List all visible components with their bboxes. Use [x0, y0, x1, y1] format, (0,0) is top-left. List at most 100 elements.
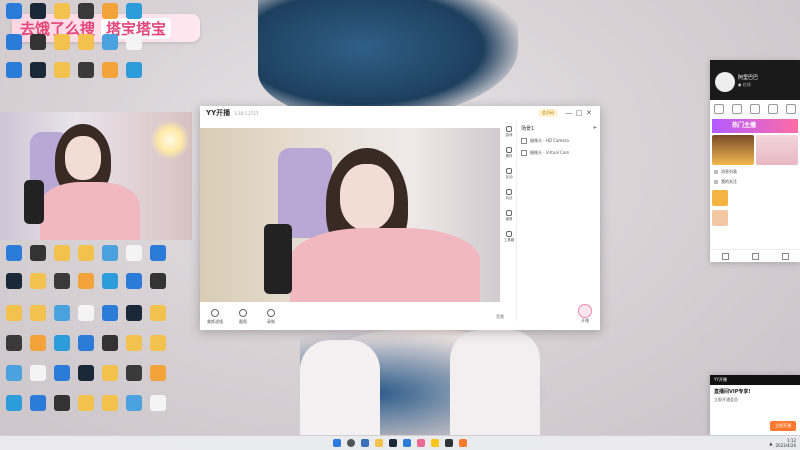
desktop-icon-obs[interactable] — [147, 273, 169, 289]
desktop-icon-folder3[interactable] — [75, 245, 97, 261]
side-tab[interactable]: 玩法 — [502, 189, 516, 201]
desktop-icon-bars[interactable] — [51, 305, 73, 321]
desktop-icon-owl[interactable] — [99, 3, 121, 19]
card-item[interactable] — [712, 209, 798, 227]
app-icon[interactable] — [417, 439, 425, 447]
list-item[interactable]: 消息列表 — [710, 167, 800, 177]
desktop-icon-obs[interactable] — [99, 335, 121, 351]
desktop-icon-owl[interactable] — [99, 62, 121, 78]
beauty-filter-button[interactable]: 美颜滤镜 — [202, 309, 228, 325]
add-scene-button[interactable]: + — [593, 125, 597, 132]
side-tab[interactable]: 道具 — [502, 210, 516, 222]
card-item[interactable] — [712, 189, 798, 207]
tab-icon[interactable] — [732, 104, 742, 114]
tab-icon[interactable] — [750, 104, 760, 114]
folder-icon[interactable] — [375, 439, 383, 447]
desktop-icon-bars[interactable] — [99, 34, 121, 50]
desktop-icon-bars[interactable] — [123, 395, 145, 411]
notification-action-button[interactable]: 立即开通 — [770, 421, 796, 431]
list-item[interactable]: 我的关注 — [710, 177, 800, 187]
desktop-icon-obs[interactable] — [27, 245, 49, 261]
desktop-icon-pics[interactable] — [99, 273, 121, 289]
desktop-icon-pics[interactable] — [3, 395, 25, 411]
desktop-icon-game-app[interactable] — [75, 3, 97, 19]
desktop-icon-wallet[interactable] — [3, 3, 25, 19]
side-tab[interactable]: 互动 — [502, 168, 516, 180]
checkbox[interactable] — [521, 150, 527, 156]
desktop-icon-obs[interactable] — [51, 395, 73, 411]
desktop-icon-folder[interactable] — [51, 3, 73, 19]
desktop-icon-display[interactable] — [3, 34, 25, 50]
checkbox[interactable] — [521, 138, 527, 144]
desktop-icon-folder3[interactable] — [75, 34, 97, 50]
desktop-icon-pics[interactable] — [51, 335, 73, 351]
desktop-icon-doc[interactable] — [75, 305, 97, 321]
promo-banner[interactable]: 热门主播 — [712, 119, 798, 133]
desktop-icon-pics[interactable] — [123, 3, 145, 19]
desktop-icon-folder2[interactable] — [3, 305, 25, 321]
desktop-icon-game-app[interactable] — [3, 335, 25, 351]
record-button[interactable]: 录制 — [258, 309, 284, 325]
desktop-icon-wallet[interactable] — [147, 245, 169, 261]
maximize-button[interactable]: □ — [574, 109, 584, 117]
thumbnail[interactable] — [756, 135, 798, 165]
thumbnail[interactable] — [712, 135, 754, 165]
desktop-icon-steam[interactable] — [27, 3, 49, 19]
scene-title[interactable]: 场景1 — [521, 125, 534, 132]
desktop-icon-folder[interactable] — [27, 273, 49, 289]
desktop-icon-wallet[interactable] — [51, 365, 73, 381]
desktop-icon-folder3[interactable] — [27, 305, 49, 321]
task-view-icon[interactable] — [361, 439, 369, 447]
scene-source-row[interactable]: 摄像头 · HD Camera — [517, 135, 601, 147]
send-icon[interactable] — [781, 252, 789, 260]
side-tab[interactable]: 游戏 — [502, 126, 516, 138]
tab-icon[interactable] — [768, 104, 778, 114]
search-icon[interactable] — [347, 439, 355, 447]
desktop-icon-folder2[interactable] — [75, 395, 97, 411]
desktop-icon-display[interactable] — [123, 273, 145, 289]
clock[interactable]: 1:12 2023/4/26 — [775, 438, 796, 448]
desktop-icon-steam[interactable] — [27, 62, 49, 78]
go-live-button[interactable]: 开播 — [578, 304, 592, 324]
desktop-icon-game-app[interactable] — [51, 273, 73, 289]
desktop-icon-bars[interactable] — [3, 365, 25, 381]
side-tab[interactable]: 工具箱 — [502, 231, 516, 243]
desktop-icon-game-app[interactable] — [75, 62, 97, 78]
yy-icon[interactable] — [459, 439, 467, 447]
network-icon[interactable]: ▲ — [769, 441, 772, 446]
desktop-icon-doc[interactable] — [147, 395, 169, 411]
desktop-icon-display[interactable] — [75, 335, 97, 351]
tab-icon[interactable] — [714, 104, 724, 114]
desktop-icon-steam[interactable] — [123, 305, 145, 321]
emoji-icon[interactable] — [721, 252, 729, 260]
member-button[interactable]: 会员码 — [538, 109, 558, 117]
desktop-icon-owl[interactable] — [147, 365, 169, 381]
desktop-icon-display[interactable] — [3, 245, 25, 261]
scene-source-row[interactable]: 摄像头 · Virtual Cam — [517, 147, 601, 159]
stream-preview[interactable] — [200, 128, 500, 302]
desktop-icon-owl[interactable] — [27, 335, 49, 351]
desktop-icon-steam[interactable] — [3, 273, 25, 289]
minimize-button[interactable]: — — [564, 109, 574, 117]
start-icon[interactable] — [333, 439, 341, 447]
desktop-icon-folder3[interactable] — [99, 395, 121, 411]
app-icon[interactable] — [431, 439, 439, 447]
desktop-icon-folder2[interactable] — [51, 245, 73, 261]
desktop-icon-doc[interactable] — [123, 34, 145, 50]
desktop-icon-steam[interactable] — [75, 365, 97, 381]
avatar[interactable] — [715, 72, 735, 92]
desktop-icon-folder[interactable] — [147, 305, 169, 321]
tab-icon[interactable] — [786, 104, 796, 114]
desktop-icon-folder[interactable] — [99, 365, 121, 381]
side-tab[interactable]: 素材 — [502, 147, 516, 159]
app-icon[interactable] — [445, 439, 453, 447]
desktop-icon-folder2[interactable] — [51, 34, 73, 50]
browser-icon[interactable] — [403, 439, 411, 447]
desktop-icon-folder[interactable] — [51, 62, 73, 78]
desktop-icon-game-app[interactable] — [123, 365, 145, 381]
close-button[interactable]: ✕ — [584, 109, 594, 117]
screenshot-button[interactable]: 截图 — [230, 309, 256, 325]
image-icon[interactable] — [751, 252, 759, 260]
desktop-icon-doc[interactable] — [27, 365, 49, 381]
desktop-icon-folder3[interactable] — [147, 335, 169, 351]
